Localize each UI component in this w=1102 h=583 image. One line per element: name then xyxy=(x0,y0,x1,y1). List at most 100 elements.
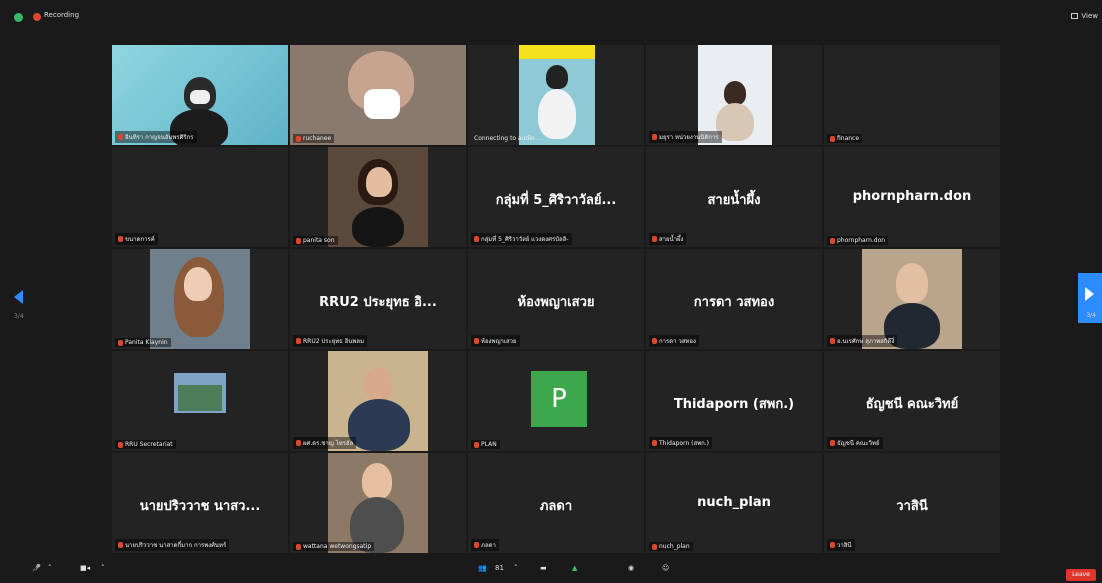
participant-name-label: ธัญชนี คณะวิทย์ xyxy=(827,437,883,449)
chat-icon[interactable]: ▬ xyxy=(540,564,547,572)
participant-name-label: RRU2 ประยุทธ อินพลม xyxy=(293,335,368,347)
mic-muted-icon xyxy=(296,338,301,344)
participant-display-name: นายปริววาช นาสว... xyxy=(139,499,261,514)
participant-display-name: ภลดา xyxy=(539,499,573,514)
participant-name-label: อ.นเรศักษ สุภาพสกิดีงี่ xyxy=(827,335,898,347)
page-indicator-left: 3/4 xyxy=(14,313,24,320)
participant-tile[interactable]: การดา วสทอง การดา วสทอง xyxy=(646,249,822,349)
mic-muted-icon xyxy=(474,542,479,548)
recording-label: Recording xyxy=(44,11,80,19)
participant-tile[interactable]: มยุรา หน่วยงานนิติการ xyxy=(646,45,822,145)
mic-muted-icon xyxy=(652,543,657,550)
participant-tile[interactable]: นายปริววาช นาสว... นายปริววาช นาสาดกิ์มา… xyxy=(112,453,288,553)
participant-display-name: การดา วสทอง xyxy=(693,295,775,310)
participant-display-name: วาสินี xyxy=(896,499,928,514)
participant-name-label: มยุรา หน่วยงานนิติการ xyxy=(649,131,722,143)
participants-icon[interactable]: 👥 xyxy=(478,564,487,572)
participant-tile[interactable]: ห้องพญาเสวย ห้องพญาเสวย xyxy=(468,249,644,349)
participant-name-label: ห้องพญาเสวย xyxy=(471,335,520,347)
record-icon[interactable]: ◉ xyxy=(628,564,634,572)
participant-name-label: สายน้ำผึ้ง xyxy=(649,233,687,245)
participant-tile[interactable]: อินทิรา กาญจนอัมพรศิริกร xyxy=(112,45,288,145)
reactions-icon[interactable]: ☺ xyxy=(662,564,669,572)
mic-muted-icon xyxy=(474,236,479,242)
mic-muted-icon xyxy=(830,440,835,446)
participant-tile[interactable]: P PLAN xyxy=(468,351,644,451)
participant-tile[interactable]: อ.นเรศักษ สุภาพสกิดีงี่ xyxy=(824,249,1000,349)
participant-tile[interactable]: phornpharn.don phornpharn.don xyxy=(824,147,1000,247)
participant-name-label: ruchanee xyxy=(293,134,335,143)
participant-name-label: nuch_plan xyxy=(649,542,693,551)
participant-tile[interactable]: RRU Secretariat xyxy=(112,351,288,451)
participant-tile[interactable]: Thidaporn (สพก.) Thidaporn (สพก.) xyxy=(646,351,822,451)
participant-name-label: นายปริววาช นาสาดกิ์มาก การพงศ์นทร์ xyxy=(115,539,230,551)
participant-tile[interactable]: panita son xyxy=(290,147,466,247)
participant-name-label: RRU Secretariat xyxy=(115,440,176,449)
mic-muted-icon xyxy=(118,339,123,346)
participant-tile[interactable]: wattana wetwongsatip xyxy=(290,453,466,553)
mic-muted-icon xyxy=(118,134,123,140)
participant-tile[interactable]: finance xyxy=(824,45,1000,145)
participant-display-name: ห้องพญาเสวย xyxy=(517,295,595,310)
participant-name-label: Panita Klaynin xyxy=(115,338,171,347)
mic-muted-icon xyxy=(118,542,123,548)
mic-muted-icon xyxy=(474,338,479,344)
participants-count: 81 xyxy=(495,564,504,572)
grid-view-icon xyxy=(1071,13,1079,19)
prev-page-button[interactable] xyxy=(14,290,23,304)
audio-options-chevron-icon[interactable]: ˄ xyxy=(48,564,52,572)
participant-name-label: ภลดา xyxy=(471,539,499,551)
mute-mic-icon[interactable]: 🎤̸ xyxy=(32,564,41,572)
participant-tile[interactable]: วาสินี วาสินี xyxy=(824,453,1000,553)
participant-tile[interactable]: ขนาดการค์ xyxy=(112,147,288,247)
mic-muted-icon xyxy=(652,338,657,344)
participant-tile[interactable]: ภลดา ภลดา xyxy=(468,453,644,553)
video-options-chevron-icon[interactable]: ˄ xyxy=(101,564,105,572)
arrow-left-icon xyxy=(14,290,23,304)
participant-tile[interactable]: สายน้ำผึ้ง สายน้ำผึ้ง xyxy=(646,147,822,247)
participant-tile[interactable]: ธัญชนี คณะวิทย์ ธัญชนี คณะวิทย์ xyxy=(824,351,1000,451)
participant-name-label: ผศ.ดร.ชาญ ไทรอัล xyxy=(293,437,357,449)
participant-tile[interactable]: RRU2 ประยุทธ อิ... RRU2 ประยุทธ อินพลม xyxy=(290,249,466,349)
mic-muted-icon xyxy=(118,441,123,448)
recording-icon xyxy=(33,13,41,21)
participant-name-label: การดา วสทอง xyxy=(649,335,699,347)
participant-name-label: panita son xyxy=(293,236,338,245)
participant-display-name: Thidaporn (สพก.) xyxy=(673,397,795,412)
gallery-grid: อินทิรา กาญจนอัมพรศิริกร ruchanee Connec… xyxy=(112,45,1000,553)
mic-muted-icon xyxy=(296,135,301,142)
mic-muted-icon xyxy=(118,236,123,242)
top-bar: Recording View xyxy=(0,0,1102,30)
participant-tile[interactable]: Panita Klaynin xyxy=(112,249,288,349)
participant-name-label: อินทิรา กาญจนอัมพรศิริกร xyxy=(115,131,197,143)
participant-tile[interactable]: nuch_plan nuch_plan xyxy=(646,453,822,553)
share-screen-icon[interactable]: ▲ xyxy=(572,564,577,572)
participant-tile[interactable]: กลุ่มที่ 5_ศิริวาวัลย์... กลุ่มที่ 5_ศิร… xyxy=(468,147,644,247)
participant-name-label: วาสินี xyxy=(827,539,855,551)
participant-tile[interactable]: Connecting to audio ... xyxy=(468,45,644,145)
participants-chevron-icon[interactable]: ˄ xyxy=(514,564,518,572)
mic-muted-icon xyxy=(830,135,835,142)
view-button[interactable]: View xyxy=(1071,12,1098,20)
leave-button[interactable]: Leave xyxy=(1066,569,1096,581)
participant-name-label: ขนาดการค์ xyxy=(115,233,158,245)
mic-muted-icon xyxy=(652,134,657,140)
participant-display-name: RRU2 ประยุทธ อิ... xyxy=(319,295,437,310)
participant-name-label: กลุ่มที่ 5_ศิริวาวัลย์ แวงดงศรบัลลิ- xyxy=(471,233,572,245)
security-shield-icon[interactable] xyxy=(14,13,23,22)
mic-muted-icon xyxy=(830,237,835,244)
mic-muted-icon xyxy=(296,440,301,446)
participant-name-label: phornpharn.don xyxy=(827,236,889,245)
participant-display-name: ธัญชนี คณะวิทย์ xyxy=(865,397,959,412)
meeting-toolbar: 🎤̸ ˄ ■◂ ˄ 👥 81 ˄ ▬ ▲ ◉ ☺ xyxy=(0,560,1102,583)
participant-avatar: P xyxy=(531,371,587,427)
start-video-icon[interactable]: ■◂ xyxy=(80,564,90,572)
view-label: View xyxy=(1081,12,1098,20)
participant-name-label: wattana wetwongsatip xyxy=(293,542,375,551)
participant-tile[interactable]: ผศ.ดร.ชาญ ไทรอัล xyxy=(290,351,466,451)
participant-tile[interactable]: ruchanee xyxy=(290,45,466,145)
mic-muted-icon xyxy=(652,236,657,242)
mic-muted-icon xyxy=(830,542,835,548)
participant-name-label: PLAN xyxy=(471,440,500,449)
participant-display-name: สายน้ำผึ้ง xyxy=(707,193,761,208)
